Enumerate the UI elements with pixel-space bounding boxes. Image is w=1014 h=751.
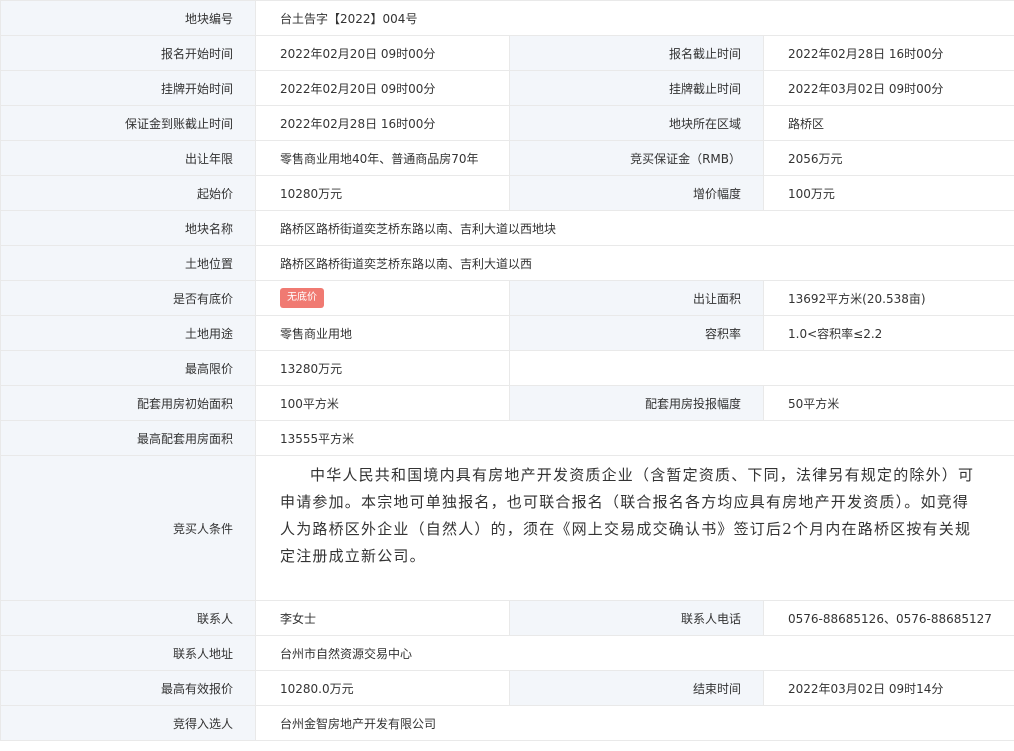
value-bidder-conditions: 中华人民共和国境内具有房地产开发资质企业（含暂定资质、下同，法律另有规定的除外）… (254, 455, 1014, 601)
label-max-price: 最高限价 (0, 350, 256, 386)
label-highest-bid: 最高有效报价 (0, 670, 256, 706)
land-auction-detail-table: 地块编号 台土告字【2022】004号 报名开始时间 2022年02月20日 0… (0, 0, 1014, 741)
label-location: 土地位置 (0, 245, 256, 281)
value-deposit: 2056万元 (762, 140, 1014, 176)
value-highest-bid: 10280.0万元 (255, 670, 510, 706)
row-location: 土地位置 路桥区路桥街道奕芝桥东路以南、吉利大道以西 (0, 245, 1014, 281)
value-area: 13692平方米(20.538亩) (762, 280, 1014, 316)
value-end-time: 2022年03月02日 09时14分 (762, 670, 1014, 706)
row-registration: 报名开始时间 2022年02月20日 09时00分 报名截止时间 2022年02… (0, 35, 1014, 71)
value-housing-step: 50平方米 (762, 385, 1014, 421)
label-bidder-conditions: 竞买人条件 (0, 455, 256, 601)
row-listing: 挂牌开始时间 2022年02月20日 09时00分 挂牌截止时间 2022年03… (0, 70, 1014, 106)
bidder-conditions-text: 中华人民共和国境内具有房地产开发资质企业（含暂定资质、下同，法律另有规定的除外）… (280, 466, 975, 565)
value-start-price: 10280万元 (255, 175, 510, 211)
label-contact: 联系人 (0, 600, 256, 636)
value-reg-start: 2022年02月20日 09时00分 (255, 35, 510, 71)
label-parcel-no: 地块编号 (0, 0, 256, 36)
row-usage: 土地用途 零售商业用地 容积率 1.0<容积率≤2.2 (0, 315, 1014, 351)
value-term: 零售商业用地40年、普通商品房70年 (255, 140, 510, 176)
value-usage: 零售商业用地 (255, 315, 510, 351)
label-parcel-name: 地块名称 (0, 210, 256, 246)
label-area: 出让面积 (509, 280, 764, 316)
value-region: 路桥区 (762, 105, 1014, 141)
value-phone: 0576-88685126、0576-88685127 (762, 600, 1014, 636)
no-reserve-badge: 无底价 (280, 288, 324, 308)
value-contact: 李女士 (255, 600, 510, 636)
value-housing-max: 13555平方米 (254, 420, 1014, 456)
row-deposit-deadline: 保证金到账截止时间 2022年02月28日 16时00分 地块所在区域 路桥区 (0, 105, 1014, 141)
label-housing-max: 最高配套用房面积 (0, 420, 256, 456)
value-address: 台州市自然资源交易中心 (254, 635, 1014, 671)
row-winner: 竞得入选人 台州金智房地产开发有限公司 (0, 705, 1014, 741)
label-housing-step: 配套用房投报幅度 (509, 385, 764, 421)
row-address: 联系人地址 台州市自然资源交易中心 (0, 635, 1014, 671)
label-far: 容积率 (509, 315, 764, 351)
label-winner: 竞得入选人 (0, 705, 256, 741)
value-reserve: 无底价 (255, 280, 510, 316)
row-max-price: 最高限价 13280万元 (0, 350, 1014, 386)
value-list-start: 2022年02月20日 09时00分 (255, 70, 510, 106)
row-reserve-area: 是否有底价 无底价 出让面积 13692平方米(20.538亩) (0, 280, 1014, 316)
value-far: 1.0<容积率≤2.2 (762, 315, 1014, 351)
value-parcel-name: 路桥区路桥街道奕芝桥东路以南、吉利大道以西地块 (254, 210, 1014, 246)
value-winner: 台州金智房地产开发有限公司 (254, 705, 1014, 741)
value-location: 路桥区路桥街道奕芝桥东路以南、吉利大道以西 (254, 245, 1014, 281)
label-usage: 土地用途 (0, 315, 256, 351)
label-reserve: 是否有底价 (0, 280, 256, 316)
label-housing-initial: 配套用房初始面积 (0, 385, 256, 421)
page: { "labels": { "parcel_no": "地块编号", "reg_… (0, 0, 1014, 751)
value-parcel-no: 台土告字【2022】004号 (254, 0, 1014, 36)
label-reg-start: 报名开始时间 (0, 35, 256, 71)
empty-cell (508, 350, 1014, 386)
label-end-time: 结束时间 (509, 670, 764, 706)
label-deposit: 竞买保证金（RMB） (509, 140, 764, 176)
row-bidder-conditions: 竞买人条件 中华人民共和国境内具有房地产开发资质企业（含暂定资质、下同，法律另有… (0, 455, 1014, 601)
label-list-start: 挂牌开始时间 (0, 70, 256, 106)
value-increment: 100万元 (762, 175, 1014, 211)
row-parcel-name: 地块名称 路桥区路桥街道奕芝桥东路以南、吉利大道以西地块 (0, 210, 1014, 246)
row-parcel-no: 地块编号 台土告字【2022】004号 (0, 0, 1014, 36)
value-max-price: 13280万元 (255, 350, 510, 386)
label-increment: 增价幅度 (509, 175, 764, 211)
label-region: 地块所在区域 (509, 105, 764, 141)
label-deposit-deadline: 保证金到账截止时间 (0, 105, 256, 141)
row-highest-bid: 最高有效报价 10280.0万元 结束时间 2022年03月02日 09时14分 (0, 670, 1014, 706)
label-start-price: 起始价 (0, 175, 256, 211)
value-reg-end: 2022年02月28日 16时00分 (762, 35, 1014, 71)
label-address: 联系人地址 (0, 635, 256, 671)
value-list-end: 2022年03月02日 09时00分 (762, 70, 1014, 106)
value-deposit-deadline: 2022年02月28日 16时00分 (255, 105, 510, 141)
row-housing: 配套用房初始面积 100平方米 配套用房投报幅度 50平方米 (0, 385, 1014, 421)
row-term: 出让年限 零售商业用地40年、普通商品房70年 竞买保证金（RMB） 2056万… (0, 140, 1014, 176)
row-housing-max: 最高配套用房面积 13555平方米 (0, 420, 1014, 456)
label-phone: 联系人电话 (509, 600, 764, 636)
label-term: 出让年限 (0, 140, 256, 176)
value-housing-initial: 100平方米 (255, 385, 510, 421)
row-contact: 联系人 李女士 联系人电话 0576-88685126、0576-8868512… (0, 600, 1014, 636)
label-reg-end: 报名截止时间 (509, 35, 764, 71)
row-start-price: 起始价 10280万元 增价幅度 100万元 (0, 175, 1014, 211)
label-list-end: 挂牌截止时间 (509, 70, 764, 106)
